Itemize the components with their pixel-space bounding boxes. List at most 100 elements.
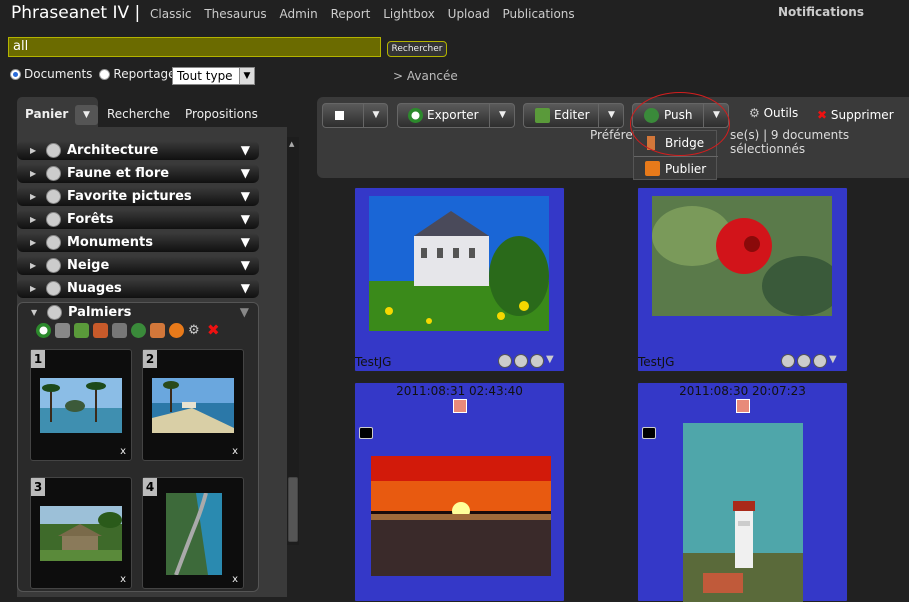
bridge-icon[interactable] (150, 323, 165, 338)
expand-icon[interactable]: ▶ (30, 256, 36, 275)
basket-icon (46, 143, 61, 158)
basket-label: Nuages (67, 281, 122, 296)
basket-item-2[interactable]: 2 x (142, 349, 244, 461)
advanced-search-link[interactable]: > Avancée (393, 69, 458, 83)
chevron-down-icon[interactable]: ▼ (241, 164, 250, 183)
nav-classic[interactable]: Classic (150, 7, 192, 21)
search-button[interactable]: Rechercher (387, 41, 447, 57)
basket-item-1[interactable]: 1 x (30, 349, 132, 461)
push-dropdown-menu: Bridge Publier (633, 130, 718, 180)
basket-neige[interactable]: ▶ Neige ▼ (17, 256, 259, 275)
basket-monuments[interactable]: ▶ Monuments ▼ (17, 233, 259, 252)
gear-icon[interactable]: ⚙ (188, 323, 203, 338)
expand-icon[interactable]: ▶ (30, 210, 36, 229)
chevron-down-icon[interactable]: ▼ (75, 105, 98, 125)
basket-scrollbar[interactable]: ▲ (287, 137, 299, 545)
nav-admin[interactable]: Admin (280, 7, 318, 21)
nav-upload[interactable]: Upload (448, 7, 490, 21)
type-select[interactable]: Tout type ▼ (172, 67, 255, 85)
basket-favorite-pictures[interactable]: ▶ Favorite pictures ▼ (17, 187, 259, 206)
export-button[interactable]: Exporter ▼ (397, 103, 515, 128)
radio-documents-label: Documents (24, 67, 93, 81)
result-card-4[interactable]: 2011:08:30 20:07:23 (637, 382, 848, 602)
nav-thesaurus[interactable]: Thesaurus (204, 7, 266, 21)
result-card-3[interactable]: 2011:08:31 02:43:40 (354, 382, 565, 602)
expand-icon[interactable]: ▶ (30, 233, 36, 252)
chevron-down-icon[interactable]: ▼ (241, 210, 250, 229)
basket-faune-et-flore[interactable]: ▶ Faune et flore ▼ (17, 164, 259, 183)
chevron-down-icon[interactable]: ▼ (363, 104, 388, 127)
close-icon[interactable]: ✖ (207, 323, 222, 338)
expand-icon[interactable]: ▶ (30, 141, 36, 160)
checkbox-icon[interactable] (335, 111, 344, 120)
edit-icon[interactable] (93, 323, 108, 338)
info-icon[interactable] (781, 354, 795, 368)
print-icon[interactable] (55, 323, 70, 338)
card-date: 2011:08:30 20:07:23 (679, 384, 806, 398)
result-card-1[interactable]: TestJG ▼ (354, 187, 565, 372)
result-card-2[interactable]: TestJG ▼ (637, 187, 848, 372)
remove-item-icon[interactable]: x (232, 446, 238, 457)
chevron-down-icon[interactable]: ▼ (829, 354, 843, 368)
tab-panier[interactable]: Panier ▼ (17, 97, 98, 127)
chevron-down-icon[interactable]: ▼ (240, 303, 249, 322)
menu-item-publier[interactable]: Publier (634, 156, 718, 180)
basket-palmiers-header[interactable]: ▼ Palmiers ▼ (18, 303, 258, 322)
chevron-down-icon[interactable]: ▼ (241, 233, 250, 252)
nav-lightbox[interactable]: Lightbox (383, 7, 435, 21)
expand-icon[interactable]: ▶ (30, 279, 36, 298)
expand-icon[interactable]: ▶ (30, 164, 36, 183)
chevron-down-icon[interactable]: ▼ (703, 104, 729, 127)
chevron-down-icon[interactable]: ▼ (241, 187, 250, 206)
basket-label: Architecture (67, 143, 159, 158)
radio-reportage[interactable] (99, 68, 111, 80)
database-icon[interactable] (112, 323, 127, 338)
status-square[interactable] (736, 399, 750, 413)
remove-item-icon[interactable]: x (120, 446, 126, 457)
menu-item-bridge[interactable]: Bridge (634, 131, 718, 155)
list-icon[interactable] (514, 354, 528, 368)
basket-item-3[interactable]: 3 x (30, 477, 132, 589)
info-icon[interactable] (498, 354, 512, 368)
export-label: Exporter (427, 108, 479, 122)
tab-propositions[interactable]: Propositions (185, 97, 258, 127)
basket-nuages[interactable]: ▶ Nuages ▼ (17, 279, 259, 298)
tab-recherche[interactable]: Recherche (107, 97, 170, 127)
collapse-icon[interactable]: ▼ (31, 303, 37, 322)
basket-architecture[interactable]: ▶ Architecture ▼ (17, 141, 259, 160)
chevron-down-icon[interactable]: ▼ (546, 354, 560, 368)
select-all-button[interactable]: ▼ (322, 103, 388, 128)
chevron-down-icon[interactable]: ▼ (598, 104, 624, 127)
rss-icon[interactable] (169, 323, 184, 338)
nav-report[interactable]: Report (331, 7, 371, 21)
status-square[interactable] (453, 399, 467, 413)
push-icon[interactable] (131, 323, 146, 338)
radio-documents[interactable] (10, 68, 21, 80)
delete-button[interactable]: ✖ Supprimer (817, 108, 894, 122)
zoom-icon[interactable] (813, 354, 827, 368)
push-button[interactable]: Push ▼ (632, 103, 729, 128)
chevron-down-icon[interactable]: ▼ (241, 256, 250, 275)
remove-item-icon[interactable]: x (232, 574, 238, 585)
expand-icon[interactable]: ▶ (30, 187, 36, 206)
chevron-down-icon[interactable]: ▼ (241, 141, 250, 160)
scroll-up-icon[interactable]: ▲ (289, 140, 294, 148)
radio-reportage-label: Reportage (113, 67, 176, 81)
basket-item-4[interactable]: 4 x (142, 477, 244, 589)
download-icon[interactable] (74, 323, 89, 338)
chevron-down-icon[interactable]: ▼ (489, 104, 515, 127)
search-input[interactable]: all (8, 37, 381, 57)
zoom-icon[interactable] (530, 354, 544, 368)
item-number: 3 (31, 478, 45, 496)
export-icon[interactable] (36, 323, 51, 338)
remove-item-icon[interactable]: x (120, 574, 126, 585)
nav-publications[interactable]: Publications (503, 7, 575, 21)
basket-forets[interactable]: ▶ Forêts ▼ (17, 210, 259, 229)
chevron-down-icon[interactable]: ▼ (241, 279, 250, 298)
tools-button[interactable]: ⚙ Outils (749, 106, 798, 120)
list-icon[interactable] (797, 354, 811, 368)
edit-button[interactable]: Editer ▼ (523, 103, 624, 128)
thumbnail-hut (40, 506, 122, 561)
notifications-link[interactable]: Notifications (778, 5, 864, 19)
scrollbar-thumb[interactable] (288, 477, 298, 542)
